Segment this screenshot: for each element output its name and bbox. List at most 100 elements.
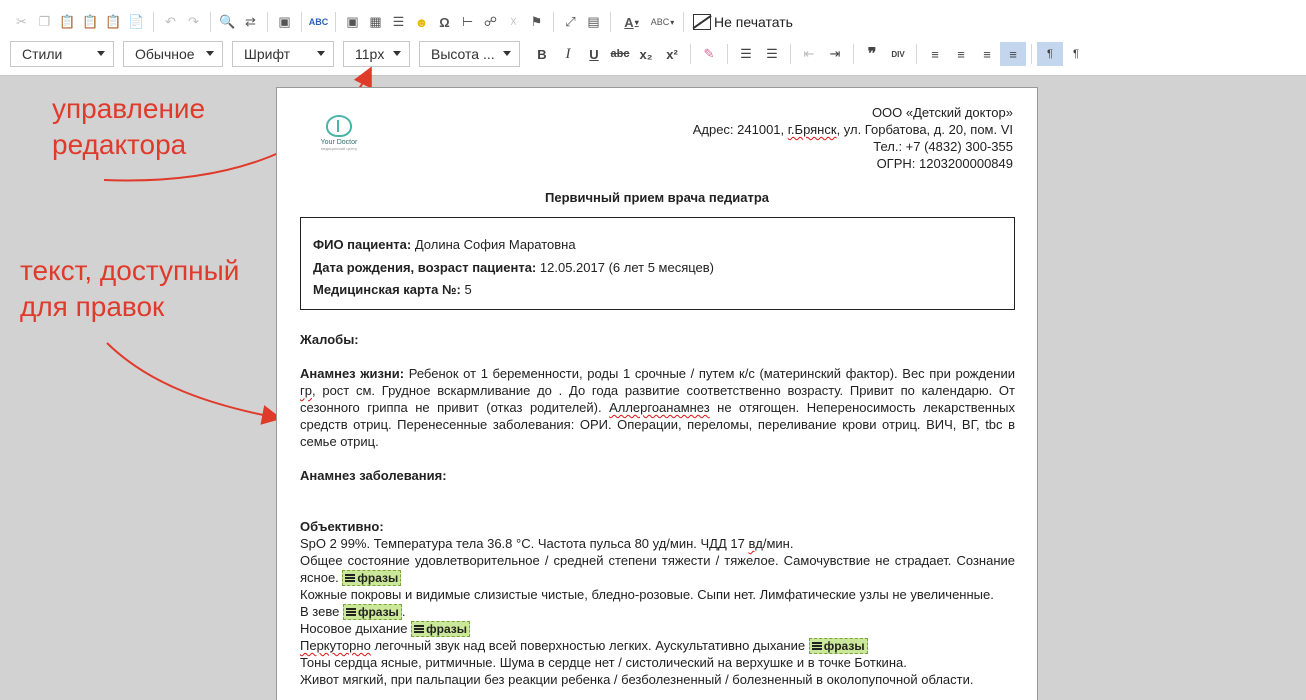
- bold-button[interactable]: B: [529, 42, 555, 66]
- font-select[interactable]: Шрифт: [232, 41, 334, 67]
- cut-icon[interactable]: ✂: [10, 11, 33, 34]
- subscript-button[interactable]: x₂: [633, 42, 659, 66]
- phrases-chip[interactable]: фразы: [808, 638, 868, 654]
- phrases-chip[interactable]: фразы: [342, 604, 402, 620]
- indent-icon[interactable]: ⇥: [822, 42, 848, 66]
- tooth-logo-icon: [326, 115, 352, 137]
- phrases-chip[interactable]: фразы: [411, 621, 470, 637]
- no-print-button[interactable]: Не печатать: [693, 14, 793, 30]
- align-center-icon[interactable]: ≡: [948, 42, 974, 66]
- redo-icon[interactable]: ↷: [182, 11, 205, 34]
- toolbar-separator: [153, 12, 154, 32]
- text-color-icon[interactable]: A: [616, 11, 647, 34]
- patient-dob-line: Дата рождения, возраст пациента: 12.05.2…: [313, 259, 715, 275]
- anamnesis-disease-heading: Анамнез заболевания:: [300, 468, 447, 483]
- list-icon: [811, 642, 822, 651]
- page-break-icon[interactable]: ⊢: [456, 11, 479, 34]
- objective-abdomen: Живот мягкий, при пальпации без реакции …: [300, 672, 974, 687]
- paste-icon[interactable]: 📋: [56, 11, 79, 34]
- toolbar-separator: [335, 12, 336, 32]
- editable-body[interactable]: Жалобы: Анамнез жизни: Ребенок от 1 бере…: [300, 331, 1015, 688]
- outdent-icon[interactable]: ⇤: [796, 42, 822, 66]
- font-size-select[interactable]: 11px: [343, 41, 410, 67]
- document-page[interactable]: Your Doctor медицинский центр ООО «Детск…: [276, 87, 1038, 700]
- align-left-icon[interactable]: ≡: [922, 42, 948, 66]
- chevron-down-icon: [317, 51, 325, 56]
- toolbar-separator: [690, 44, 691, 64]
- toolbar-separator: [916, 44, 917, 64]
- paste-from-document-icon[interactable]: 📄: [125, 11, 148, 34]
- spellcheck-icon[interactable]: ABC: [307, 11, 330, 34]
- select-all-icon[interactable]: ▣: [273, 11, 296, 34]
- objective-heart: Тоны сердца ясные, ритмичные. Шума в сер…: [300, 655, 907, 670]
- background-color-icon[interactable]: ABC: [647, 11, 678, 34]
- copy-icon[interactable]: ❐: [33, 11, 56, 34]
- text-direction-rtl-icon[interactable]: ¶: [1063, 42, 1089, 66]
- document-title[interactable]: Первичный прием врача педиатра: [277, 190, 1037, 205]
- format-select[interactable]: Обычное: [123, 41, 223, 67]
- image-icon[interactable]: ▣: [341, 11, 364, 34]
- undo-icon[interactable]: ↶: [159, 11, 182, 34]
- objective-nasal: Носовое дыхание фразы: [300, 620, 1015, 637]
- list-icon: [345, 574, 356, 583]
- org-name: ООО «Детский доктор»: [871, 105, 1013, 120]
- strikethrough-button[interactable]: abc: [607, 42, 633, 66]
- toolbar-separator: [210, 12, 211, 32]
- smiley-icon[interactable]: ☻: [410, 11, 433, 34]
- font-select-value: Шрифт: [244, 46, 291, 62]
- annotation-line: текст, доступный: [20, 255, 240, 286]
- paste-word-icon[interactable]: 📋: [102, 11, 125, 34]
- line-height-select[interactable]: Высота ...: [419, 41, 520, 67]
- chevron-down-icon: [393, 51, 401, 56]
- toolbar-separator: [553, 12, 554, 32]
- font-size-select-value: 11px: [355, 46, 385, 62]
- table-icon[interactable]: ▦: [364, 11, 387, 34]
- align-right-icon[interactable]: ≡: [974, 42, 1000, 66]
- no-print-label: Не печатать: [714, 14, 793, 30]
- align-justify-icon[interactable]: ≡: [1000, 42, 1026, 66]
- chevron-down-icon: [503, 51, 511, 56]
- unlink-icon[interactable]: ☓: [502, 11, 525, 34]
- horizontal-line-icon[interactable]: ☰: [387, 11, 410, 34]
- paste-text-icon[interactable]: 📋: [79, 11, 102, 34]
- toolbar-separator: [1031, 44, 1032, 64]
- italic-button[interactable]: I: [555, 42, 581, 66]
- remove-format-icon[interactable]: ✎: [696, 42, 722, 66]
- bulleted-list-icon[interactable]: ☰: [759, 42, 785, 66]
- replace-icon[interactable]: ⇄: [239, 11, 262, 34]
- anchor-flag-icon[interactable]: ⚑: [525, 11, 548, 34]
- patient-card-line: Медицинская карта №: 5: [313, 282, 472, 297]
- underline-button[interactable]: U: [581, 42, 607, 66]
- text-direction-ltr-icon[interactable]: ¶: [1037, 42, 1063, 66]
- div-container-icon[interactable]: DIV: [885, 42, 911, 66]
- complaints-heading: Жалобы:: [300, 332, 359, 347]
- line-height-select-value: Высота ...: [431, 46, 495, 62]
- special-char-icon[interactable]: Ω: [433, 11, 456, 34]
- numbered-list-icon[interactable]: ☰: [733, 42, 759, 66]
- annotation-line: редактора: [52, 129, 187, 160]
- anamnesis-life-paragraph: Анамнез жизни: Ребенок от 1 беременности…: [300, 366, 1015, 449]
- styles-select-value: Стили: [22, 46, 63, 62]
- blockquote-icon[interactable]: ❞: [859, 42, 885, 66]
- editor-toolbar: ✂ ❐ 📋 📋 📋 📄 ↶ ↷ 🔍 ⇄ ▣ ABC ▣ ▦ ☰ ☻ Ω ⊢ ☍ …: [0, 0, 1306, 76]
- logo-name: Your Doctor: [320, 139, 358, 146]
- link-icon[interactable]: ☍: [479, 11, 502, 34]
- patient-info-box[interactable]: ФИО пациента: Долина София Маратовна Дат…: [300, 217, 1015, 310]
- objective-throat: В зеве фразы.: [300, 604, 406, 620]
- styles-select[interactable]: Стили: [10, 41, 114, 67]
- list-icon: [345, 608, 356, 617]
- patient-name-line: ФИО пациента: Долина София Маратовна: [313, 237, 576, 252]
- objective-lungs: Перкуторно легочный звук над всей поверх…: [300, 637, 1015, 654]
- toolbar-separator: [301, 12, 302, 32]
- logo-tagline: медицинский центр: [320, 146, 358, 151]
- show-blocks-icon[interactable]: ▤: [582, 11, 605, 34]
- find-icon[interactable]: 🔍: [216, 11, 239, 34]
- org-phone: Тел.: +7 (4832) 300-355: [873, 139, 1013, 154]
- superscript-button[interactable]: x²: [659, 42, 685, 66]
- toolbar-separator: [267, 12, 268, 32]
- annotation-line: для правок: [20, 291, 165, 322]
- annotation-editor-controls: управление редактора: [52, 91, 205, 163]
- maximize-icon[interactable]: ⤢: [559, 11, 582, 34]
- org-details[interactable]: ООО «Детский доктор» Адрес: 241001, г.Бр…: [693, 104, 1013, 172]
- phrases-chip[interactable]: фразы: [342, 570, 402, 586]
